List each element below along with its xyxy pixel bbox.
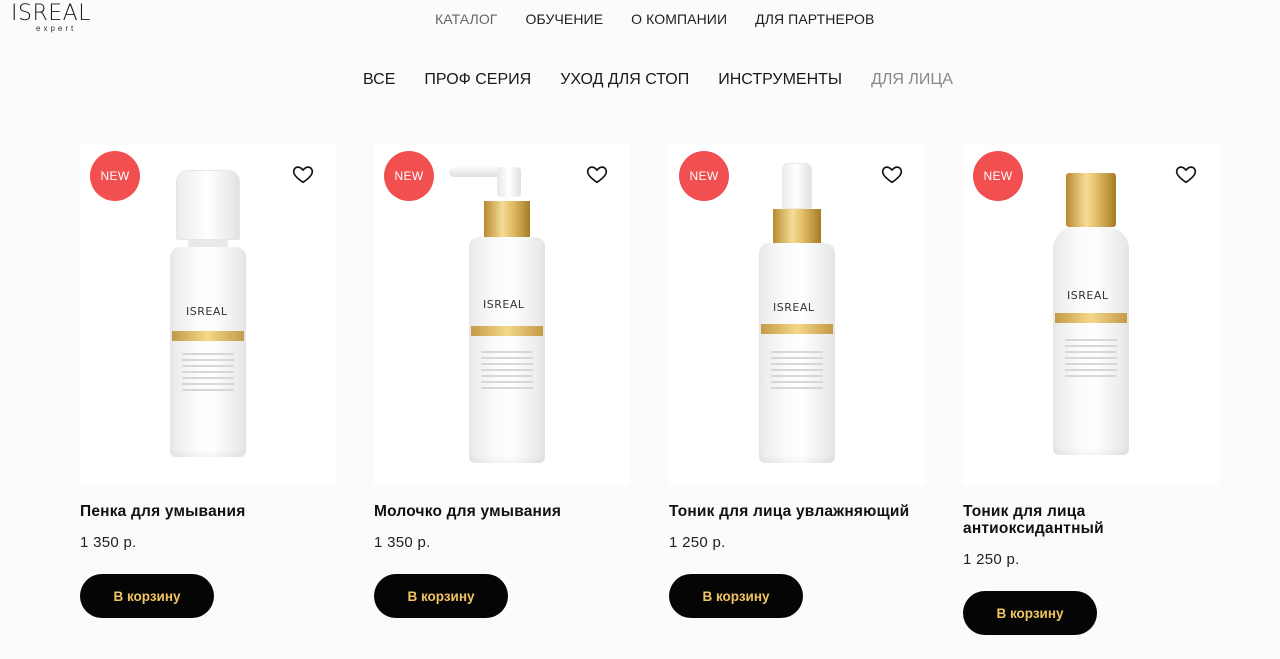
product-bottle-illustration: ISREAL [168,165,248,465]
add-to-cart-button[interactable]: В корзину [80,574,214,618]
product-image[interactable]: NEW ISREAL [669,145,925,485]
category-prof-series[interactable]: ПРОФ СЕРИЯ [424,71,531,89]
new-badge: NEW [679,151,729,201]
product-bottle-illustration: ISREAL [447,163,557,473]
main-nav: КАТАЛОГ ОБУЧЕНИЕ О КОМПАНИИ ДЛЯ ПАРТНЕРО… [435,11,874,27]
heart-icon[interactable] [1175,163,1197,185]
add-to-cart-button[interactable]: В корзину [374,574,508,618]
product-title[interactable]: Тоник для лица антиоксидантный [963,503,1219,537]
new-badge: NEW [90,151,140,201]
nav-about[interactable]: О КОМПАНИИ [631,11,727,27]
product-card[interactable]: NEW ISREAL Пенка для умывания 1 350 р. В… [80,145,336,618]
product-price: 1 250 р. [963,551,1020,568]
add-to-cart-button[interactable]: В корзину [669,574,803,618]
product-card[interactable]: NEW ISREAL Тоник для лица антиоксидантны… [963,145,1219,635]
brand-logo[interactable]: ISREAL expert [11,2,106,38]
heart-icon[interactable] [881,163,903,185]
product-image[interactable]: NEW ISREAL [80,145,336,485]
category-all[interactable]: ВСЕ [363,71,395,89]
logo-subtitle: expert [36,24,77,33]
nav-catalog[interactable]: КАТАЛОГ [435,11,498,27]
product-card[interactable]: NEW ISREAL Молочко для умывания 1 350 р.… [374,145,630,618]
logo-wordmark: ISREAL [11,1,91,26]
product-card[interactable]: NEW ISREAL Тоник для лица увлажняющий 1 … [669,145,925,618]
heart-icon[interactable] [586,163,608,185]
category-foot-care[interactable]: УХОД ДЛЯ СТОП [560,71,689,89]
nav-education[interactable]: ОБУЧЕНИЕ [526,11,604,27]
heart-icon[interactable] [292,163,314,185]
product-bottle-illustration: ISREAL [1050,173,1132,463]
product-image[interactable]: NEW ISREAL [963,145,1219,485]
nav-partners[interactable]: ДЛЯ ПАРТНЕРОВ [755,11,874,27]
product-title[interactable]: Тоник для лица увлажняющий [669,503,925,520]
new-badge: NEW [384,151,434,201]
product-price: 1 350 р. [374,534,431,551]
product-price: 1 250 р. [669,534,726,551]
category-face[interactable]: ДЛЯ ЛИЦА [871,71,953,89]
product-title[interactable]: Молочко для умывания [374,503,630,520]
product-title[interactable]: Пенка для умывания [80,503,336,520]
add-to-cart-button[interactable]: В корзину [963,591,1097,635]
category-nav: ВСЕ ПРОФ СЕРИЯ УХОД ДЛЯ СТОП ИНСТРУМЕНТЫ… [363,71,953,89]
product-image[interactable]: NEW ISREAL [374,145,630,485]
new-badge: NEW [973,151,1023,201]
product-bottle-illustration: ISREAL [757,161,837,471]
category-tools[interactable]: ИНСТРУМЕНТЫ [718,71,842,89]
product-price: 1 350 р. [80,534,137,551]
